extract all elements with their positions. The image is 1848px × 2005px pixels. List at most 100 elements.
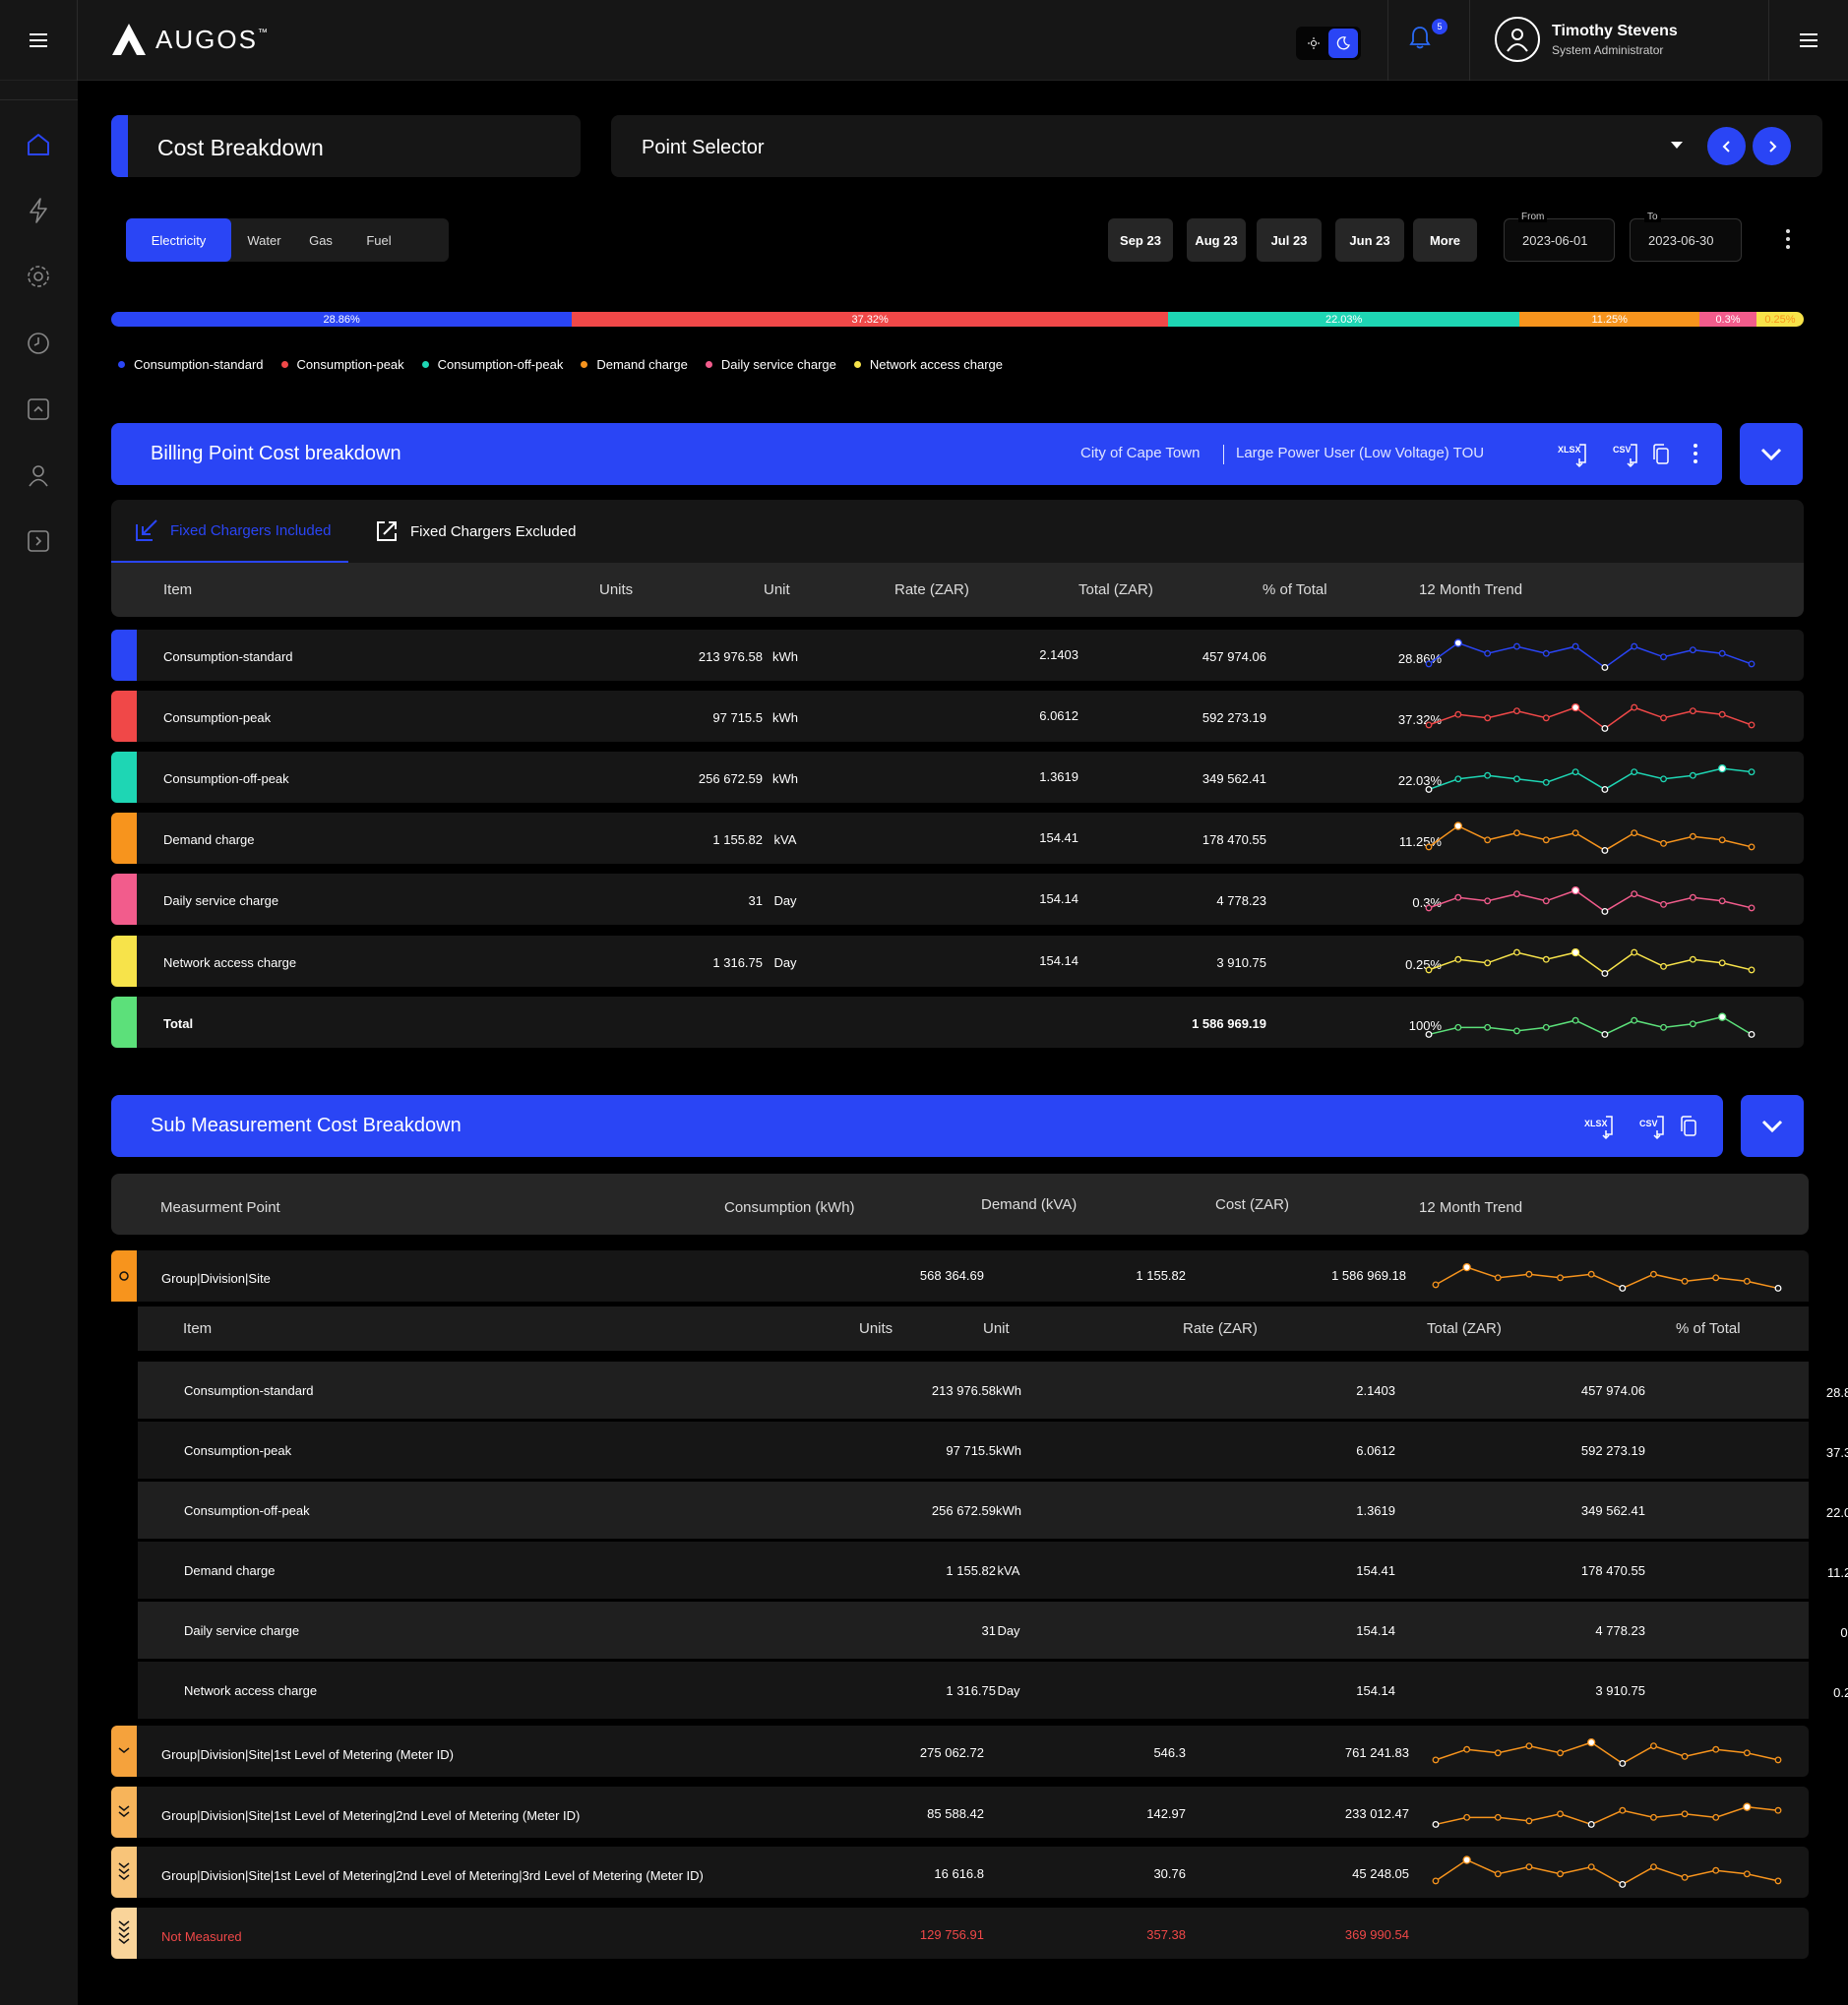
trend-point[interactable] (1425, 785, 1433, 793)
trend-point[interactable] (1689, 771, 1696, 779)
trend-point[interactable] (1453, 821, 1462, 830)
from-date-field[interactable]: From 2023-06-01 (1504, 212, 1615, 262)
trend-point[interactable] (1650, 1270, 1657, 1278)
detail-row[interactable]: Consumption-standard 213 976.58 kWh 2.1403 4… (138, 1362, 1848, 1419)
trend-point[interactable] (1774, 1806, 1782, 1814)
trend-point[interactable] (1425, 1030, 1433, 1038)
tab-water[interactable]: Water (237, 218, 291, 262)
sidebar-item-settings[interactable] (22, 260, 55, 293)
trend-point[interactable] (1542, 955, 1550, 963)
cost-share-segment[interactable]: 0.3% (1698, 312, 1756, 327)
cost-share-segment[interactable]: 28.86% (111, 312, 573, 327)
trend-point[interactable] (1743, 1802, 1752, 1811)
month-button-jun-23[interactable]: Jun 23 (1335, 218, 1404, 262)
trend-point[interactable] (1571, 768, 1579, 776)
trend-point[interactable] (1542, 714, 1550, 722)
meter-level-row[interactable]: Group|Division|Site|1st Level of Meterin… (111, 1726, 1809, 1777)
tab-electricity[interactable]: Electricity (126, 218, 231, 262)
detail-row[interactable]: Daily service charge 31 Day 154.14 4 778.23 0… (138, 1602, 1848, 1659)
cost-share-segment[interactable]: 22.03% (1167, 312, 1520, 327)
trend-point[interactable] (1774, 1756, 1782, 1764)
chevron-down-icon[interactable] (111, 1726, 137, 1777)
tab-fixed-charges-included[interactable]: Fixed Chargers Included (111, 500, 349, 563)
trend-point[interactable] (1542, 1023, 1550, 1031)
legend-item[interactable]: Consumption-peak (280, 357, 404, 372)
more-options-icon[interactable] (1786, 229, 1790, 249)
trend-point[interactable] (1681, 1810, 1689, 1818)
trend-point[interactable] (1432, 1877, 1440, 1885)
table-row[interactable]: Consumption-peak 97 715.5 kWh 6.0612 592 273… (111, 691, 1804, 742)
trend-point[interactable] (1748, 843, 1756, 851)
trend-point[interactable] (1462, 1262, 1471, 1272)
sub-measurement-collapse-button[interactable] (1741, 1095, 1804, 1157)
trend-point[interactable] (1587, 1737, 1596, 1747)
tab-fixed-charges-excluded[interactable]: Fixed Chargers Excluded (375, 500, 576, 563)
app-logo[interactable]: AUGOS ™ (110, 22, 268, 57)
trend-point[interactable] (1718, 897, 1726, 905)
trend-point[interactable] (1743, 1749, 1751, 1757)
cost-share-segment[interactable]: 37.32% (572, 312, 1168, 327)
trend-point[interactable] (1712, 1745, 1720, 1753)
detail-row[interactable]: Network access charge 1 316.75 Day 154.14 3 … (138, 1662, 1848, 1719)
trend-point[interactable] (1660, 653, 1667, 661)
sidebar-item-expand[interactable] (22, 524, 55, 558)
dark-mode-icon[interactable] (1328, 29, 1358, 58)
trend-point[interactable] (1601, 663, 1609, 671)
trend-point[interactable] (1601, 907, 1609, 915)
trend-point[interactable] (1660, 962, 1667, 970)
trend-point[interactable] (1542, 836, 1550, 844)
trend-point[interactable] (1425, 904, 1433, 912)
chevron-down-icon[interactable] (111, 1787, 137, 1838)
trend-point[interactable] (1542, 649, 1550, 657)
detail-row[interactable]: Demand charge 1 155.82 kVA 154.41 178 470.55… (138, 1542, 1848, 1599)
table-row[interactable]: Daily service charge 31 Day 154.14 4 778.23 0… (111, 874, 1804, 925)
trend-point[interactable] (1601, 1030, 1609, 1038)
previous-point-button[interactable] (1707, 127, 1746, 165)
export-xlsx-button[interactable]: XLSX (1556, 439, 1591, 468)
month-button-sep-23[interactable]: Sep 23 (1108, 218, 1173, 262)
trend-point[interactable] (1513, 948, 1520, 956)
trend-point[interactable] (1525, 1742, 1533, 1750)
trend-point[interactable] (1718, 1012, 1727, 1021)
trend-point[interactable] (1454, 955, 1462, 963)
export-xlsx-button[interactable]: XLSX (1582, 1111, 1618, 1140)
trend-point[interactable] (1484, 836, 1492, 844)
trend-point[interactable] (1718, 710, 1726, 718)
trend-point[interactable] (1484, 649, 1492, 657)
trend-point[interactable] (1513, 829, 1520, 837)
table-row[interactable]: Demand charge 1 155.82 kVA 154.41 178 470.55… (111, 813, 1804, 864)
copy-button[interactable] (1651, 443, 1671, 466)
trend-point[interactable] (1660, 714, 1667, 722)
meter-level-row[interactable]: Group|Division|Site|1st Level of Meterin… (111, 1787, 1809, 1838)
trend-point[interactable] (1454, 1023, 1462, 1031)
trend-point[interactable] (1601, 724, 1609, 732)
trend-point[interactable] (1587, 1820, 1595, 1828)
trend-point[interactable] (1494, 1813, 1502, 1821)
to-date-field[interactable]: To 2023-06-30 (1630, 212, 1742, 262)
trend-point[interactable] (1748, 768, 1756, 776)
trend-point[interactable] (1619, 1759, 1627, 1767)
sidebar-toggle-button[interactable] (0, 0, 78, 81)
trend-point[interactable] (1484, 714, 1492, 722)
trend-point[interactable] (1689, 646, 1696, 654)
trend-point[interactable] (1681, 1277, 1689, 1285)
dropdown-caret-icon[interactable] (1671, 142, 1683, 149)
trend-point[interactable] (1513, 1027, 1520, 1035)
sidebar-item-home[interactable] (22, 128, 55, 161)
trend-point[interactable] (1619, 1284, 1627, 1292)
detail-row[interactable]: Consumption-off-peak 256 672.59 kWh 1.3619 3… (138, 1482, 1848, 1539)
billing-collapse-button[interactable] (1740, 423, 1803, 485)
trend-point[interactable] (1748, 721, 1756, 729)
legend-item[interactable]: Consumption-standard (118, 357, 264, 372)
trend-point[interactable] (1689, 893, 1696, 901)
trend-point[interactable] (1681, 1873, 1689, 1881)
tab-gas[interactable]: Gas (301, 218, 340, 262)
billing-more-icon[interactable] (1694, 444, 1697, 463)
trend-point[interactable] (1650, 1742, 1657, 1750)
trend-point[interactable] (1494, 1749, 1502, 1757)
trend-point[interactable] (1650, 1863, 1657, 1871)
trend-point[interactable] (1660, 1023, 1667, 1031)
trend-point[interactable] (1743, 1870, 1751, 1878)
trend-point[interactable] (1454, 710, 1462, 718)
meter-level-row[interactable]: Not Measured 129 756.91 357.38 369 990.54 (111, 1908, 1809, 1959)
